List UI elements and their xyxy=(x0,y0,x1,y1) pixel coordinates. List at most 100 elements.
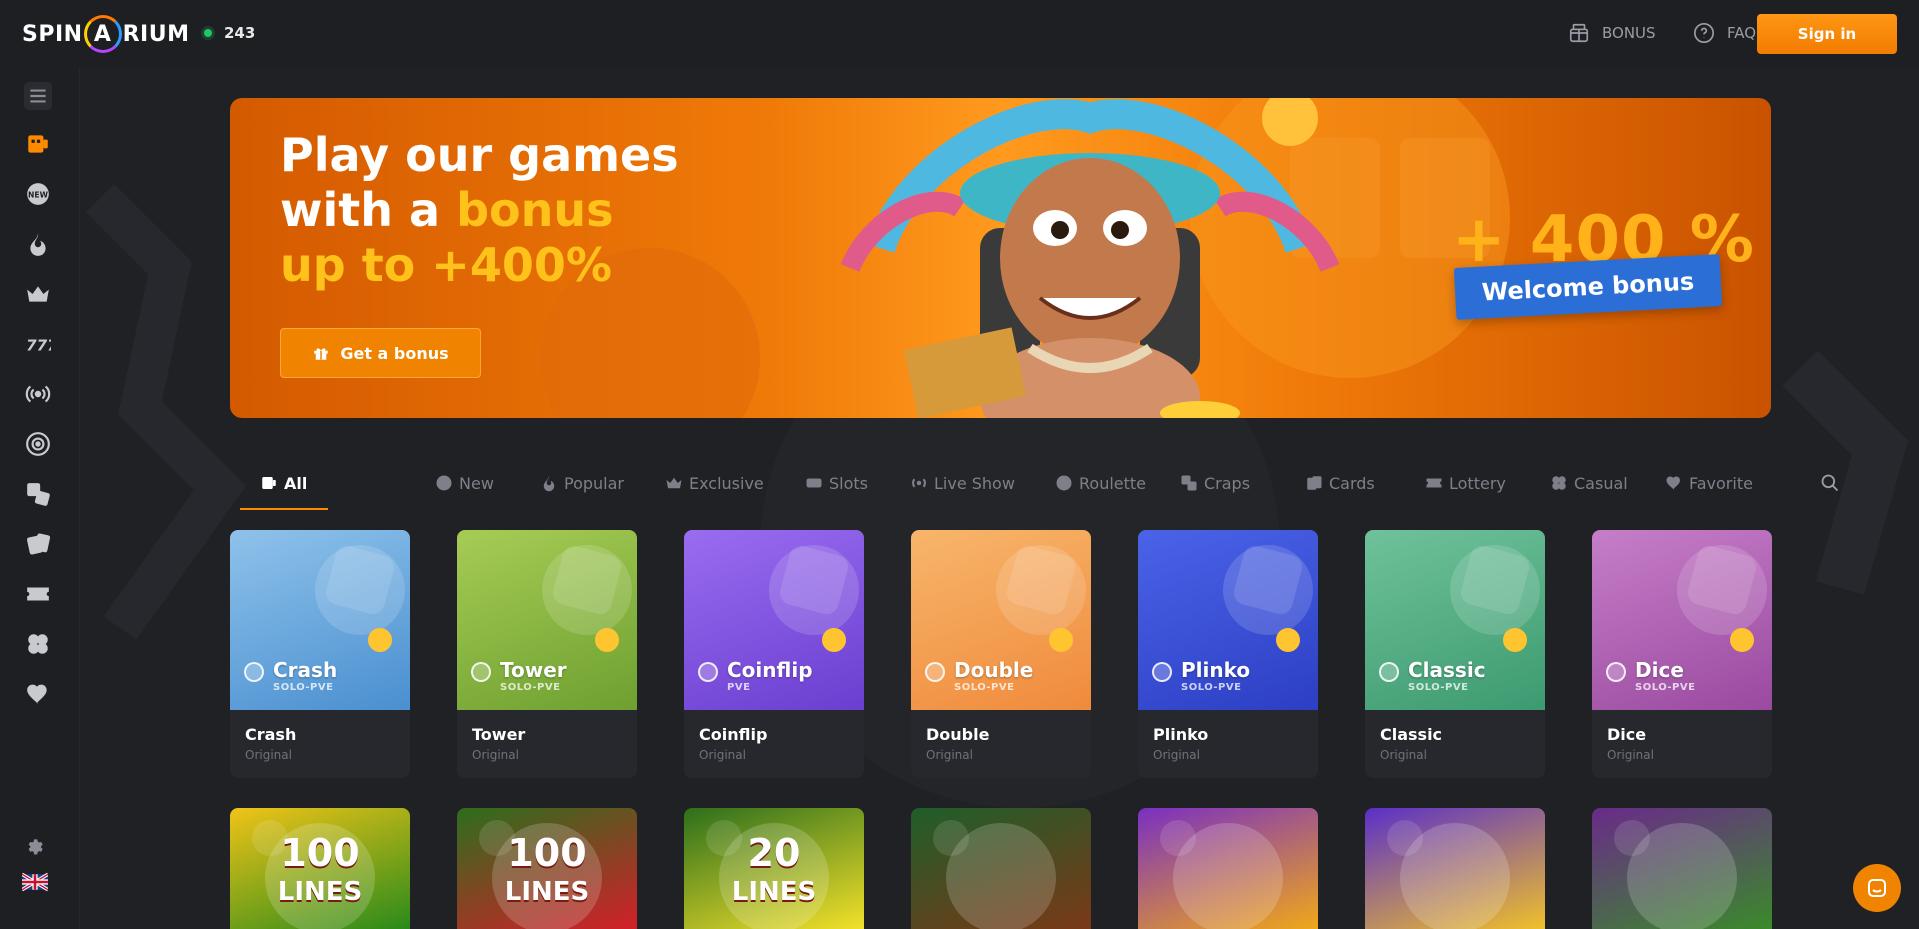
sidebar-item-live[interactable] xyxy=(22,378,54,410)
sign-in-button[interactable]: Sign in xyxy=(1757,14,1897,54)
slot-thumbnail-art xyxy=(1160,820,1283,929)
slot-title: 100 LINES xyxy=(457,834,637,909)
logo-text-right: RIUM xyxy=(122,21,190,47)
search-games-button[interactable] xyxy=(1820,473,1840,493)
game-card-plinko[interactable]: Plinko SOLO-PVE Plinko Original xyxy=(1138,530,1318,778)
sidebar-item-cards[interactable] xyxy=(22,528,54,560)
slot-title: 20 LINES xyxy=(684,834,864,909)
game-card-crash[interactable]: Crash SOLO-PVE Crash Original xyxy=(230,530,410,778)
tab-casual[interactable]: Casual xyxy=(1550,458,1628,508)
search-icon xyxy=(1821,474,1839,492)
uk-flag-icon xyxy=(22,872,48,892)
slot-game-card[interactable] xyxy=(911,808,1091,929)
game-card-tower[interactable]: Tower SOLO-PVE Tower Original xyxy=(457,530,637,778)
game-tag: Original xyxy=(699,748,746,762)
menu-icon xyxy=(30,89,46,103)
tab-favorite[interactable]: Favorite xyxy=(1665,458,1753,508)
game-thumb-title: Coinflip xyxy=(727,658,813,682)
slot-title-lines: LINES xyxy=(504,877,590,907)
promo-banner: Play our games with a bonus up to +400% … xyxy=(230,98,1771,418)
slot-game-card[interactable] xyxy=(1592,808,1772,929)
sidebar-menu-button[interactable] xyxy=(22,80,54,112)
game-name: Tower xyxy=(472,725,526,744)
logo-mark: A xyxy=(83,15,122,53)
slot-game-card[interactable]: 100 LINES xyxy=(457,808,637,929)
tab-label: Craps xyxy=(1204,473,1251,493)
sidebar-item-roulette[interactable] xyxy=(22,428,54,460)
tab-all[interactable]: All xyxy=(240,458,328,510)
slots-icon xyxy=(806,478,822,488)
support-chat-button[interactable] xyxy=(1853,864,1901,912)
tab-label: Lottery xyxy=(1449,473,1506,493)
sidebar-item-lottery[interactable] xyxy=(22,578,54,610)
tab-slots[interactable]: Slots xyxy=(805,458,868,508)
game-thumbnail: Tower SOLO-PVE xyxy=(457,530,637,710)
game-card-dice[interactable]: Dice SOLO-PVE Dice Original xyxy=(1592,530,1772,778)
slot-title-lines: LINES xyxy=(277,877,363,907)
game-mode-icon xyxy=(925,662,945,682)
game-mode-icon xyxy=(1152,662,1172,682)
tab-exclusive[interactable]: Exclusive xyxy=(665,458,764,508)
game-tag: Original xyxy=(926,748,973,762)
tab-lottery[interactable]: Lottery xyxy=(1425,458,1506,508)
slot-game-card[interactable] xyxy=(1365,808,1545,929)
banner-headline-line3: up to +400% xyxy=(280,238,612,292)
tab-craps[interactable]: Craps xyxy=(1180,458,1250,508)
cards-icon xyxy=(1307,476,1322,490)
game-mode-icon xyxy=(471,662,491,682)
dice-icon xyxy=(1181,475,1197,491)
slot-title-number: 20 xyxy=(747,831,801,875)
game-tag: Original xyxy=(245,748,292,762)
sidebar-item-new[interactable]: NEW xyxy=(22,178,54,210)
game-thumbnail: Dice SOLO-PVE xyxy=(1592,530,1772,710)
sidebar-item-all[interactable] xyxy=(22,128,54,160)
tab-new[interactable]: New xyxy=(435,458,494,508)
banner-headline-line2: with a bonus xyxy=(280,183,614,237)
sidebar-item-popular[interactable] xyxy=(22,228,54,260)
game-thumb-mode: PVE xyxy=(727,682,751,693)
game-thumb-title: Dice xyxy=(1635,658,1684,682)
gift-box-icon xyxy=(1569,23,1589,43)
slot-thumbnail-art xyxy=(933,820,1056,929)
sidebar-settings[interactable] xyxy=(24,836,44,856)
game-card-classic[interactable]: Classic SOLO-PVE Classic Original xyxy=(1365,530,1545,778)
bonus-link[interactable]: BONUS xyxy=(1568,22,1656,44)
faq-link[interactable]: FAQ xyxy=(1693,22,1756,44)
get-bonus-button[interactable]: Get a bonus xyxy=(280,328,481,378)
game-thumb-mode: SOLO-PVE xyxy=(273,682,334,693)
bonus-link-label: BONUS xyxy=(1602,24,1656,42)
flame-icon xyxy=(543,475,555,492)
sidebar-item-slots[interactable]: 777 xyxy=(22,328,54,360)
game-thumbnail: Double SOLO-PVE xyxy=(911,530,1091,710)
slot-game-card[interactable] xyxy=(1138,808,1318,929)
game-name: Classic xyxy=(1380,725,1443,744)
game-thumbnail: Classic SOLO-PVE xyxy=(1365,530,1545,710)
online-dot-icon xyxy=(204,29,212,37)
slot-thumbnail-art xyxy=(1387,820,1510,929)
tab-label: New xyxy=(459,473,494,493)
language-selector[interactable] xyxy=(20,872,50,892)
game-thumb-title: Plinko xyxy=(1181,658,1251,682)
spinarium-logo[interactable]: SPIN A RIUM xyxy=(22,10,189,58)
sidebar-item-craps[interactable] xyxy=(22,478,54,510)
game-thumb-title: Tower xyxy=(500,658,567,682)
tab-popular[interactable]: Popular xyxy=(540,458,624,508)
svg-text:777: 777 xyxy=(26,337,51,355)
game-thumb-mode: SOLO-PVE xyxy=(1181,682,1242,693)
game-mode-icon xyxy=(244,662,264,682)
slot-game-card[interactable]: 100 LINES xyxy=(230,808,410,929)
game-card-double[interactable]: Double SOLO-PVE Double Original xyxy=(911,530,1091,778)
game-name: Double xyxy=(926,725,990,744)
slot-game-card[interactable]: 20 LINES xyxy=(684,808,864,929)
all-games-icon xyxy=(28,135,48,153)
game-card-coinflip[interactable]: Coinflip PVE Coinflip Original xyxy=(684,530,864,778)
heart-icon xyxy=(1666,476,1680,490)
sidebar-item-exclusive[interactable] xyxy=(22,278,54,310)
tab-label: Roulette xyxy=(1079,473,1147,493)
sidebar-item-favorite[interactable] xyxy=(22,678,54,710)
sidebar-item-casual[interactable] xyxy=(22,628,54,660)
tab-live-show[interactable]: Live Show xyxy=(910,458,1015,508)
tab-roulette[interactable]: Roulette xyxy=(1055,458,1146,508)
tab-cards[interactable]: Cards xyxy=(1305,458,1375,508)
tab-label: Favorite xyxy=(1689,473,1753,493)
